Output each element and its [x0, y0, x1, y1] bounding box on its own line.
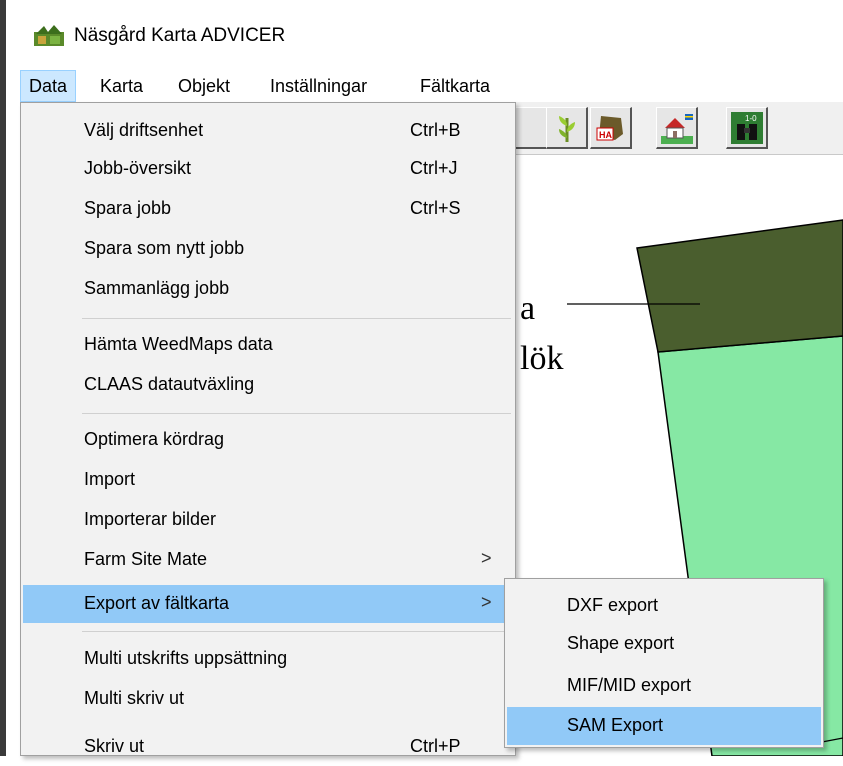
- submenu-item-mif-mid-export[interactable]: MIF/MID export: [507, 667, 821, 705]
- menu-item-multi-skriv-ut[interactable]: Multi skriv ut: [23, 680, 513, 718]
- field-area-icon: HA: [596, 116, 623, 141]
- submenu-item-label: SAM Export: [567, 715, 664, 735]
- field-polygon-dark: [636, 219, 843, 353]
- menu-item-label: Sammanlägg jobb: [84, 278, 230, 298]
- menu-item-label: Optimera kördrag: [84, 429, 225, 449]
- menu-item-multi-utskrifts-uppsattning[interactable]: Multi utskrifts uppsättning: [23, 640, 513, 678]
- menu-item-shortcut: Ctrl+J: [410, 158, 458, 178]
- submenu-item-dxf-export[interactable]: DXF export: [507, 587, 821, 625]
- chevron-right-icon: >: [481, 592, 492, 612]
- menu-item-spara-jobb[interactable]: Spara jobb Ctrl+S: [23, 190, 513, 228]
- chevron-right-icon: >: [481, 548, 492, 568]
- submenu-item-label: Shape export: [567, 633, 675, 653]
- menu-item-shortcut: Ctrl+P: [410, 736, 461, 756]
- menu-item-valj-driftsenhet[interactable]: Välj driftsenhet Ctrl+B: [23, 112, 513, 150]
- svg-text:HA: HA: [599, 130, 612, 140]
- menu-item-shortcut: Ctrl+B: [410, 120, 461, 140]
- svg-text:1-0: 1-0: [745, 114, 757, 123]
- menu-item-label: Hämta WeedMaps data: [84, 334, 273, 354]
- map-label-line1: a: [520, 290, 536, 327]
- menu-item-label: Multi utskrifts uppsättning: [84, 648, 288, 668]
- map-label-line2: lök: [520, 340, 564, 377]
- menu-item-label: Välj driftsenhet: [84, 120, 204, 140]
- binoculars-icon: 1-0: [731, 112, 763, 144]
- menu-item-label: Spara jobb: [84, 198, 172, 218]
- menu-item-label: Skriv ut: [84, 736, 145, 756]
- field-area-button[interactable]: HA: [590, 107, 632, 149]
- submenu-item-shape-export[interactable]: Shape export: [507, 625, 821, 663]
- farm-house-icon: [661, 114, 693, 144]
- submenu-item-label: DXF export: [567, 595, 659, 615]
- binoculars-button[interactable]: 1-0: [726, 107, 768, 149]
- menu-item-import[interactable]: Import: [23, 461, 513, 499]
- menu-item-optimera-kordrag[interactable]: Optimera kördrag: [23, 421, 513, 459]
- plant-button[interactable]: [546, 107, 588, 149]
- menu-item-label: CLAAS datautväxling: [84, 374, 255, 394]
- menu-item-sammanlagg-jobb[interactable]: Sammanlägg jobb: [23, 270, 513, 308]
- menu-item-label: Export av fältkarta: [84, 593, 230, 613]
- menu-item-spara-som-nytt-jobb[interactable]: Spara som nytt jobb: [23, 230, 513, 268]
- menu-item-jobb-oversikt[interactable]: Jobb-översikt Ctrl+J: [23, 150, 513, 188]
- menu-item-label: Spara som nytt jobb: [84, 238, 245, 258]
- export-submenu: DXF export Shape export MIF/MID export S…: [504, 578, 824, 748]
- farm-house-button[interactable]: [656, 107, 698, 149]
- menu-item-skriv-ut[interactable]: Skriv ut Ctrl+P: [23, 728, 513, 766]
- menu-item-importerar-bilder[interactable]: Importerar bilder: [23, 501, 513, 539]
- menu-item-claas-datautvaxling[interactable]: CLAAS datautväxling: [23, 366, 513, 404]
- menu-item-label: Farm Site Mate: [84, 549, 208, 569]
- menu-item-shortcut: Ctrl+S: [410, 198, 461, 218]
- menu-item-label: Multi skriv ut: [84, 688, 185, 708]
- menu-separator: [82, 413, 511, 414]
- menu-item-label: Import: [84, 469, 136, 489]
- submenu-item-label: MIF/MID export: [567, 675, 692, 695]
- menu-item-label: Jobb-översikt: [84, 158, 192, 178]
- data-menu-dropdown: Välj driftsenhet Ctrl+B Jobb-översikt Ct…: [20, 102, 516, 756]
- menu-separator: [82, 631, 511, 632]
- submenu-item-sam-export[interactable]: SAM Export: [507, 707, 821, 745]
- menu-item-export-av-faltkarta[interactable]: Export av fältkarta >: [23, 585, 513, 623]
- menu-item-farm-site-mate[interactable]: Farm Site Mate >: [23, 541, 513, 579]
- menu-item-hamta-weedmaps[interactable]: Hämta WeedMaps data: [23, 326, 513, 364]
- menu-separator: [82, 318, 511, 319]
- plant-icon: [559, 116, 575, 142]
- menu-item-label: Importerar bilder: [84, 509, 217, 529]
